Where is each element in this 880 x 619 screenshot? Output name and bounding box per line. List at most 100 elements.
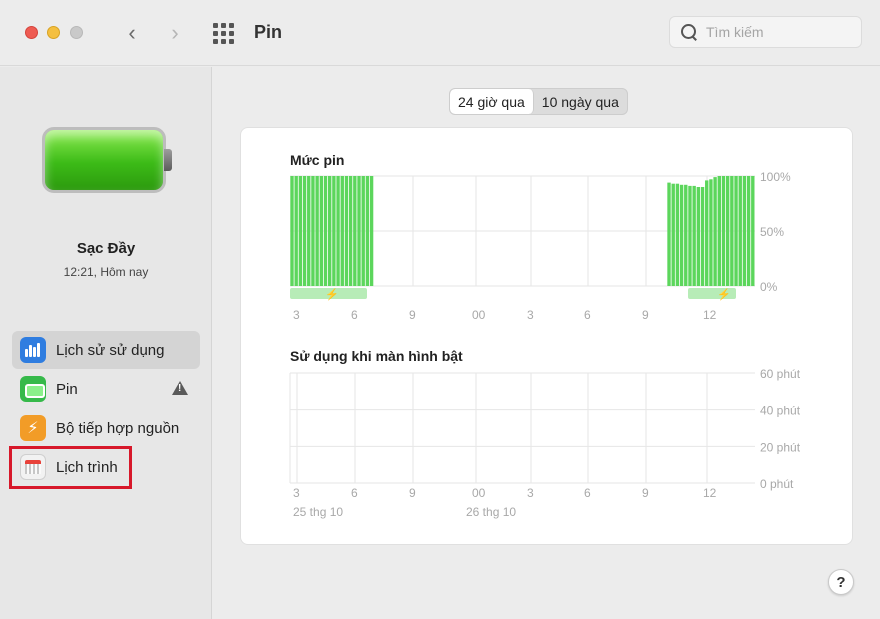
battery-level-bar [348, 176, 353, 286]
power-adapter-icon: ⚡ [20, 415, 46, 441]
usage-history-icon [20, 337, 46, 363]
battery-level-bar [361, 176, 365, 286]
search-input[interactable] [706, 24, 856, 40]
battery-level-bar [307, 176, 311, 286]
battery-level-bar [679, 184, 684, 286]
close-window-button[interactable] [25, 26, 38, 39]
sidebar: Sạc Đầy 12:21, Hôm nay Lịch sử sử dụng P… [0, 67, 212, 619]
x-tick-label: 3 [293, 486, 300, 500]
battery-level-bar [700, 187, 705, 286]
battery-level-bar [746, 176, 751, 286]
x-tick-label: 6 [584, 486, 591, 500]
battery-level-bar [709, 179, 713, 286]
x-tick-label: 3 [293, 308, 300, 322]
y-tick-label: 50% [760, 225, 784, 239]
y-tick-label: 100% [760, 170, 791, 184]
battery-level-bar [336, 176, 340, 286]
search-icon [680, 23, 698, 41]
x-tick-label: 9 [409, 308, 416, 322]
main-panel: 24 giờ qua 10 ngày qua Mức pin 100% 50% 0% ⚡… [213, 67, 880, 619]
battery-level-bar [734, 176, 738, 286]
battery-level-bar [667, 182, 671, 286]
battery-level-bar [751, 176, 755, 286]
battery-level-bar [696, 187, 701, 286]
sidebar-item-label: Lịch sử sử dụng [56, 341, 165, 359]
sidebar-item-label: Bộ tiếp hợp nguồn [56, 419, 180, 437]
battery-level-bar [692, 185, 696, 286]
y-tick-label: 0 phút [760, 477, 794, 491]
date-label: 26 thg 10 [466, 505, 516, 519]
screen-usage-chart-title: Sử dụng khi màn hình bật [290, 348, 463, 364]
battery-level-bar [323, 176, 328, 286]
battery-level-bar [344, 176, 349, 286]
x-tick-label: 9 [409, 486, 416, 500]
battery-level-bar [357, 176, 361, 286]
battery-level-bar [705, 180, 709, 286]
sidebar-item-label: Pin [56, 380, 78, 398]
x-tick-label: 9 [642, 486, 649, 500]
battery-level-bar [294, 176, 298, 286]
battery-level-chart-title: Mức pin [290, 152, 344, 168]
sidebar-item-power-adapter[interactable]: ⚡ Bộ tiếp hợp nguồn [12, 409, 200, 447]
x-tick-label: 12 [703, 486, 717, 500]
battery-level-bar [328, 176, 332, 286]
time-range-segmented-control: 24 giờ qua 10 ngày qua [449, 88, 628, 115]
battery-level-bar [302, 176, 307, 286]
search-field[interactable] [669, 16, 862, 48]
x-tick-label: 6 [351, 308, 358, 322]
back-chevron-icon[interactable]: ‹ [120, 18, 144, 48]
battery-level-bar [721, 176, 726, 286]
battery-level-bar [684, 184, 688, 286]
battery-level-bar [738, 176, 742, 286]
x-tick-label: 3 [527, 308, 534, 322]
battery-level-bar [671, 183, 675, 286]
battery-level-bar [688, 185, 692, 286]
charging-bolt-icon: ⚡ [325, 288, 339, 301]
battery-level-bar [725, 176, 730, 286]
x-tick-label: 00 [472, 486, 486, 500]
x-tick-label: 6 [351, 486, 358, 500]
battery-level-bar [369, 176, 374, 286]
zoom-window-button[interactable] [70, 26, 83, 39]
battery-level-bar [742, 176, 747, 286]
forward-chevron-icon[interactable]: › [163, 18, 187, 48]
show-all-grid-icon[interactable] [213, 23, 235, 44]
battery-level-bar [315, 176, 319, 286]
battery-level-bar [353, 176, 357, 286]
sidebar-item-battery[interactable]: Pin [12, 370, 200, 408]
battery-level-bar [675, 183, 680, 286]
sidebar-item-usage-history[interactable]: Lịch sử sử dụng [12, 331, 200, 369]
battery-level-bar [365, 176, 370, 286]
y-tick-label: 60 phút [760, 367, 801, 381]
battery-level-bar [340, 176, 344, 286]
y-tick-label: 40 phút [760, 404, 801, 418]
help-button[interactable]: ? [828, 569, 854, 595]
window-title: Pin [254, 22, 283, 42]
battery-level-bar [730, 176, 734, 286]
title-bar: ‹ › Pin [0, 0, 880, 66]
x-tick-label: 9 [642, 308, 649, 322]
battery-level-bar [713, 177, 717, 286]
battery-level-bar [290, 176, 294, 286]
tab-10-days[interactable]: 10 ngày qua [534, 89, 627, 114]
x-tick-label: 6 [584, 308, 591, 322]
x-tick-label: 00 [472, 308, 486, 322]
charge-status-title: Sạc Đầy [76, 240, 136, 257]
battery-large-icon [42, 127, 172, 193]
x-tick-label: 3 [527, 486, 534, 500]
battery-level-bar [298, 176, 303, 286]
minimize-window-button[interactable] [47, 26, 60, 39]
charge-status-time: 12:21, Hôm nay [63, 265, 149, 279]
date-label: 25 thg 10 [293, 505, 343, 519]
charging-bolt-icon: ⚡ [717, 288, 731, 301]
battery-level-bar [717, 176, 721, 286]
charts-card: Mức pin 100% 50% 0% ⚡ ⚡ 3 6 9 00 3 6 9 12 Sử dụng khi … [240, 127, 853, 545]
battery-level-bar [332, 176, 336, 286]
y-tick-label: 0% [760, 280, 778, 294]
charts-svg: Mức pin 100% 50% 0% ⚡ ⚡ 3 6 9 00 3 6 9 12 Sử dụng khi … [289, 152, 801, 519]
battery-level-bar [319, 176, 324, 286]
tab-24-hours[interactable]: 24 giờ qua [450, 89, 534, 114]
warning-icon [172, 381, 188, 395]
battery-icon [20, 376, 46, 402]
battery-level-bar [311, 176, 315, 286]
